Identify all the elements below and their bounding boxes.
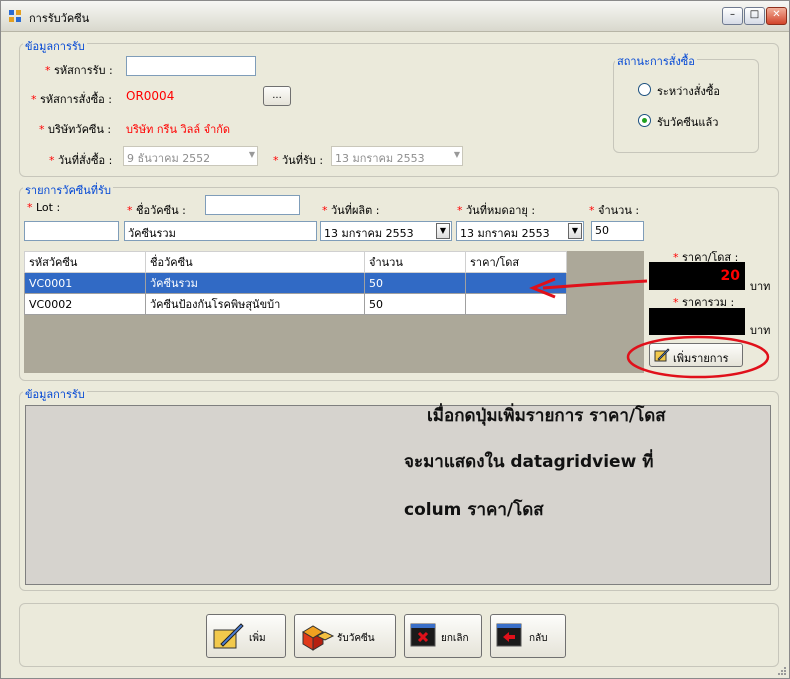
annotation-line-2: จะมาแสดงใน datagridview ที่	[404, 452, 654, 472]
received-radio-label: รับวัคซีนแล้ว	[657, 116, 719, 129]
lot-label: * Lot :	[27, 201, 61, 214]
qty-label: * จำนวน :	[589, 204, 640, 217]
order-status-group	[613, 59, 759, 153]
vaccine-list-title: รายการวัคซีนที่รับ	[23, 181, 113, 199]
receive-vaccine-button[interactable]: รับวัคซีน	[294, 614, 396, 658]
col-header-qty[interactable]: จำนวน	[364, 251, 466, 273]
col-header-name[interactable]: ชื่อวัคซีน	[145, 251, 365, 273]
order-status-title: สถานะการสั่งซื้อ	[615, 52, 697, 70]
grid-header-row: รหัสวัคซีน ชื่อวัคซีน จำนวน ราคา/โดส	[24, 251, 567, 273]
order-date-label: * วันที่สั่งซื้อ :	[49, 154, 113, 167]
back-icon	[496, 623, 522, 647]
order-date-picker[interactable]: 9 ธันวาคม 2552 ▼	[123, 146, 258, 166]
add-book-icon	[213, 623, 244, 649]
receive-info-2-title: ข้อมูลการรับ	[23, 385, 87, 403]
title-bar: การรับวัคซีน – □ ✕	[1, 1, 789, 32]
chevron-down-icon[interactable]: ▼	[568, 223, 582, 239]
vaccine-name-input[interactable]: วัคซีนรวม	[124, 221, 317, 241]
vaccine-name-small-input[interactable]	[205, 195, 300, 215]
annotation-overlay	[529, 277, 770, 379]
ordering-radio[interactable]	[638, 83, 651, 96]
cell-qty[interactable]: 50	[364, 272, 466, 294]
back-button[interactable]: กลับ	[490, 614, 566, 658]
cell-qty[interactable]: 50	[364, 293, 466, 315]
button-panel	[19, 603, 779, 667]
order-code-value: OR0004	[126, 89, 175, 103]
mfg-date-picker[interactable]: 13 มกราคม 2553 ▼	[320, 221, 452, 241]
col-header-code[interactable]: รหัสวัคซีน	[24, 251, 146, 273]
cell-code[interactable]: VC0001	[24, 272, 146, 294]
receive-date-picker[interactable]: 13 มกราคม 2553 ▼	[331, 146, 463, 166]
order-code-label: * รหัสการสั่งซื้อ :	[31, 93, 112, 106]
exp-date-label: * วันที่หมดอายุ :	[457, 204, 536, 217]
cell-name[interactable]: วัคซีนป้องกันโรคพิษสุนัขบ้า	[145, 293, 365, 315]
cancel-icon	[410, 623, 436, 647]
close-button[interactable]: ✕	[766, 7, 787, 25]
annotation-arrow	[542, 279, 648, 290]
annotation-circle	[626, 335, 770, 379]
receive-code-input[interactable]	[126, 56, 256, 76]
chevron-down-icon[interactable]: ▼	[436, 223, 450, 239]
mfg-date-label: * วันที่ผลิต :	[322, 204, 380, 217]
qty-input[interactable]: 50	[591, 221, 644, 241]
table-row[interactable]: VC0001 วัคซีนรวม 50	[24, 272, 567, 294]
window-title: การรับวัคซีน	[29, 12, 90, 25]
annotation-line-1: เมื่อกดปุ่มเพิ่มรายการ ราคา/โดส	[427, 406, 666, 426]
received-radio[interactable]	[638, 114, 651, 127]
ordering-radio-label: ระหว่างสั่งซื้อ	[657, 85, 720, 98]
notes-textarea[interactable]	[25, 405, 771, 585]
receive-info-title: ข้อมูลการรับ	[23, 37, 87, 55]
receive-code-label: * รหัสการรับ :	[45, 64, 113, 77]
company-label: * บริษัทวัคซีน :	[39, 123, 112, 136]
resize-grip-icon[interactable]	[777, 666, 787, 676]
exp-date-picker[interactable]: 13 มกราคม 2553 ▼	[456, 221, 584, 241]
lot-input[interactable]	[24, 221, 119, 241]
table-row[interactable]: VC0002 วัคซีนป้องกันโรคพิษสุนัขบ้า 50	[24, 293, 567, 315]
chevron-down-icon: ▼	[453, 150, 460, 159]
vaccine-name-label: * ชื่อวัคซีน :	[127, 204, 186, 217]
cancel-button[interactable]: ยกเลิก	[404, 614, 482, 658]
add-button[interactable]: เพิ่ม	[206, 614, 286, 658]
company-value: บริษัท กรีน วิลล์ จำกัด	[126, 123, 231, 136]
cell-code[interactable]: VC0002	[24, 293, 146, 315]
app-icon	[9, 10, 21, 22]
annotation-line-3: colum ราคา/โดส	[404, 500, 544, 520]
cell-name[interactable]: วัคซีนรวม	[145, 272, 365, 294]
browse-order-button[interactable]: ...	[263, 86, 291, 106]
package-icon	[302, 625, 335, 651]
main-window: การรับวัคซีน – □ ✕ ข้อมูลการรับ * รหัสกา…	[0, 0, 790, 679]
maximize-button[interactable]: □	[744, 7, 765, 25]
chevron-down-icon: ▼	[248, 150, 255, 159]
minimize-button[interactable]: –	[722, 7, 743, 25]
receive-date-label: * วันที่รับ :	[273, 154, 324, 167]
